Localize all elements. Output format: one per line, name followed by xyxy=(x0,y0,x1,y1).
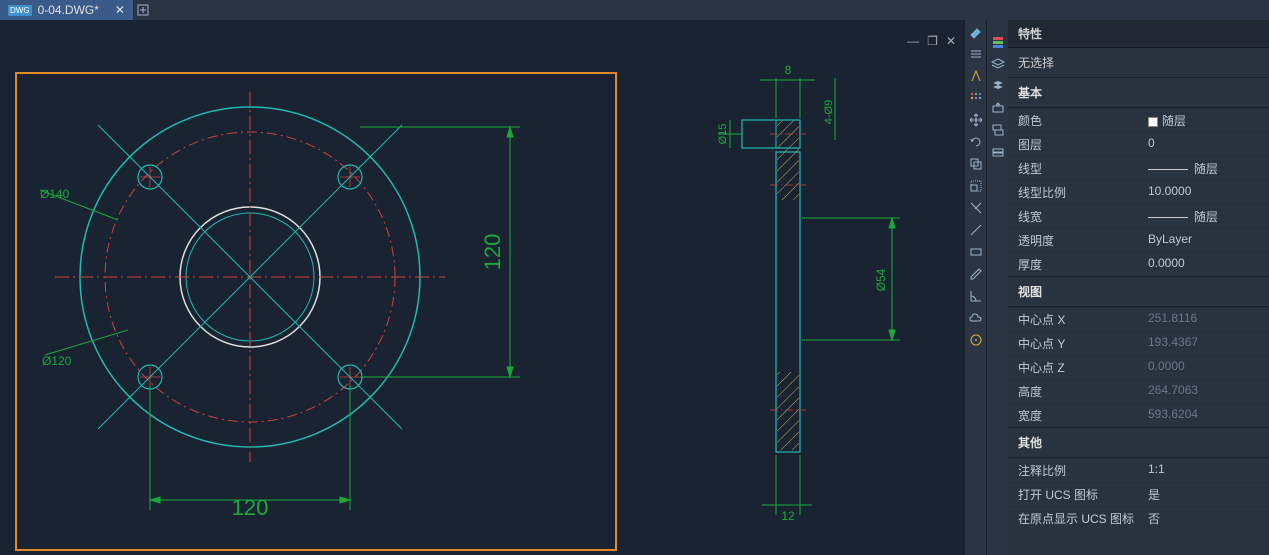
cad-drawing: 120 120 Ø140 Ø120 xyxy=(0,20,970,555)
file-tab[interactable]: DWG 0-04.DWG* ✕ xyxy=(0,0,133,20)
dim-8: 8 xyxy=(785,63,792,77)
prop-width[interactable]: 宽度 593.6204 xyxy=(1008,403,1269,427)
tab-title: 0-04.DWG* xyxy=(38,3,99,17)
prop-height[interactable]: 高度 264.7063 xyxy=(1008,379,1269,403)
prop-thickness[interactable]: 厚度 0.0000 xyxy=(1008,252,1269,276)
color-swatch xyxy=(1148,117,1158,127)
selection-state: 无选择 xyxy=(1008,48,1269,77)
section-other[interactable]: 其他 xyxy=(1008,427,1269,458)
prop-ltscale[interactable]: 线型比例 10.0000 xyxy=(1008,180,1269,204)
toolbar-right xyxy=(986,20,1008,555)
stack-icon[interactable] xyxy=(988,76,1008,96)
panel-title: 特性 xyxy=(1008,20,1269,48)
prop-center-x[interactable]: 中心点 X 251.8116 xyxy=(1008,307,1269,331)
layer-move-icon[interactable] xyxy=(988,98,1008,118)
prop-annoscale[interactable]: 注释比例 1:1 xyxy=(1008,458,1269,482)
prop-ucs-open[interactable]: 打开 UCS 图标 是 xyxy=(1008,482,1269,506)
prop-center-y[interactable]: 中心点 Y 193.4367 xyxy=(1008,331,1269,355)
dim-d15: Ø15 xyxy=(717,124,729,145)
dim-12: 12 xyxy=(781,509,795,523)
dim-4-99: 4-Ø9 xyxy=(823,100,835,124)
prop-ucs-origin[interactable]: 在原点显示 UCS 图标 否 xyxy=(1008,506,1269,530)
tab-bar: DWG 0-04.DWG* ✕ xyxy=(0,0,1269,20)
prop-layer[interactable]: 图层 0 xyxy=(1008,132,1269,156)
dim-horiz: 120 xyxy=(232,495,269,520)
layers-icon[interactable] xyxy=(988,54,1008,74)
new-tab-button[interactable] xyxy=(133,0,153,20)
dwg-icon: DWG xyxy=(8,5,32,16)
lineweight-sample xyxy=(1148,217,1188,218)
section-basic[interactable]: 基本 xyxy=(1008,77,1269,108)
window-controls: — ❐ ✕ xyxy=(907,34,956,48)
dim-d140: Ø140 xyxy=(40,187,70,201)
dim-r54: Ø54 xyxy=(874,268,888,291)
layers-multi-icon[interactable] xyxy=(988,32,1008,52)
close-button[interactable]: ✕ xyxy=(946,34,956,48)
properties-panel: 特性 无选择 基本 颜色 随层 图层 0 线型 随层 线型比例 10.0000 … xyxy=(1008,20,1269,555)
dim-d120: Ø120 xyxy=(42,354,72,368)
minimize-button[interactable]: — xyxy=(907,34,919,48)
tab-close-button[interactable]: ✕ xyxy=(115,3,125,17)
drawing-canvas[interactable]: — ❐ ✕ xyxy=(0,20,964,555)
section-view[interactable]: 视图 xyxy=(1008,276,1269,307)
dim-vert: 120 xyxy=(480,234,505,271)
prop-center-z[interactable]: 中心点 Z 0.0000 xyxy=(1008,355,1269,379)
prop-linetype[interactable]: 线型 随层 xyxy=(1008,156,1269,180)
prop-transparency[interactable]: 透明度 ByLayer xyxy=(1008,228,1269,252)
layer-swap-icon[interactable] xyxy=(988,120,1008,140)
layer-dup-icon[interactable] xyxy=(988,142,1008,162)
linetype-sample xyxy=(1148,169,1188,170)
prop-color[interactable]: 颜色 随层 xyxy=(1008,108,1269,132)
maximize-button[interactable]: ❐ xyxy=(927,34,938,48)
prop-lineweight[interactable]: 线宽 随层 xyxy=(1008,204,1269,228)
